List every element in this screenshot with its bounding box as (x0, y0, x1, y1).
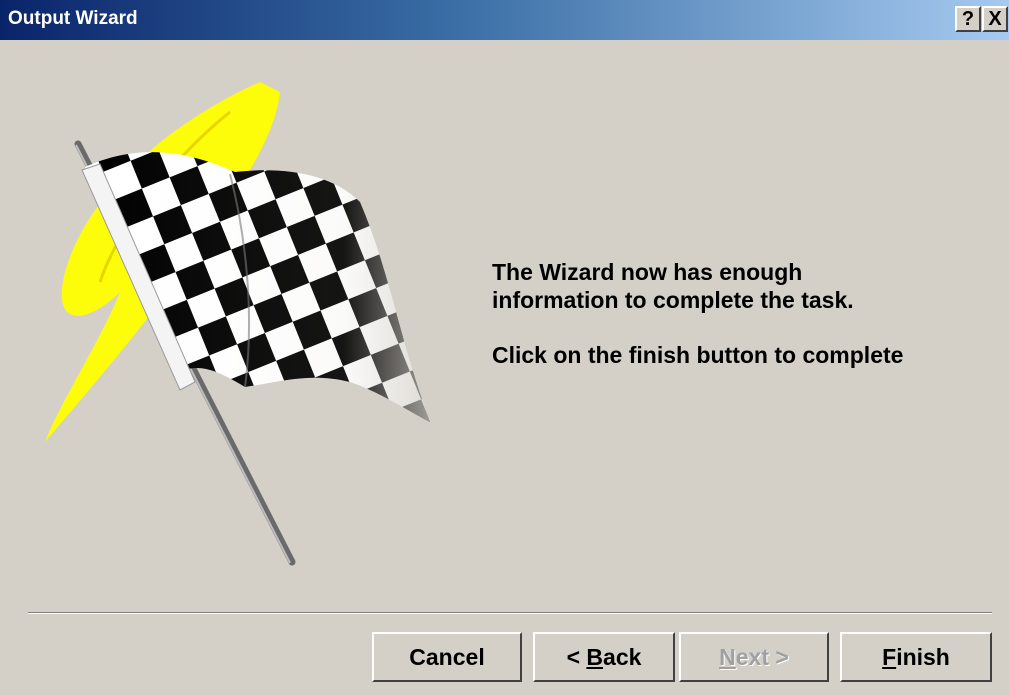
completion-message-line-2: information to complete the task. (492, 287, 854, 313)
finish-button-rest: inish (896, 644, 950, 670)
back-button-rest: ack (603, 644, 642, 670)
finish-button[interactable]: Finish (840, 632, 992, 682)
cancel-button[interactable]: Cancel (372, 632, 522, 682)
help-button[interactable]: ? (955, 6, 981, 32)
window-title: Output Wizard (8, 8, 138, 29)
back-button[interactable]: < Back (533, 632, 675, 682)
next-button-rest: ext > (735, 644, 789, 670)
finish-button-mnemonic: F (882, 644, 897, 670)
output-wizard-window: Output Wizard ? X The Wizard now has eno… (0, 0, 1009, 695)
back-button-prefix: < (566, 644, 587, 670)
checkered-flag-icon (45, 82, 430, 566)
back-button-mnemonic: B (586, 644, 604, 670)
completion-message-line-1: The Wizard now has enough (492, 259, 803, 285)
close-button[interactable]: X (982, 6, 1008, 32)
separator (28, 612, 992, 614)
finish-instruction: Click on the finish button to complete (492, 342, 904, 368)
next-button: Next > (679, 632, 829, 682)
next-button-mnemonic: N (719, 644, 736, 670)
title-bar[interactable]: Output Wizard ? X (0, 0, 1009, 40)
